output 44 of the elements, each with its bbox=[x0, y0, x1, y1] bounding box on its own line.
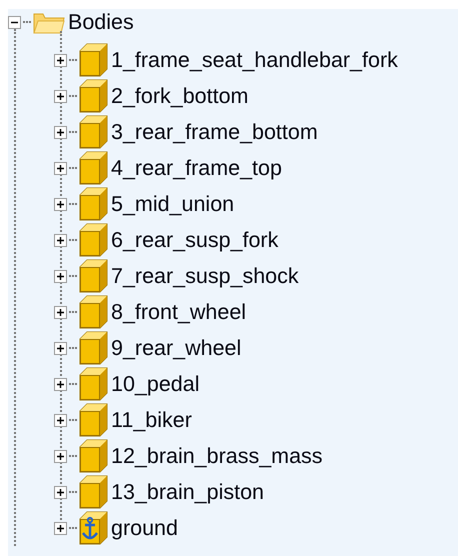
cube-icon bbox=[79, 295, 108, 329]
tree-item[interactable]: 10_pedal bbox=[111, 372, 200, 396]
expand-icon[interactable] bbox=[54, 450, 67, 462]
expand-icon[interactable] bbox=[54, 378, 67, 390]
tree-item[interactable]: 1_frame_seat_handlebar_fork bbox=[111, 48, 398, 72]
tree-item[interactable]: 4_rear_frame_top bbox=[111, 156, 282, 180]
cube-icon bbox=[79, 259, 108, 293]
tree-item[interactable]: 13_brain_piston bbox=[111, 480, 264, 504]
tree-item[interactable]: 6_rear_susp_fork bbox=[111, 228, 278, 252]
expand-icon[interactable] bbox=[54, 522, 67, 534]
tree-item[interactable]: 5_mid_union bbox=[111, 192, 234, 216]
tree-item[interactable]: 9_rear_wheel bbox=[111, 336, 242, 360]
cube-icon bbox=[79, 331, 108, 365]
cube-icon bbox=[79, 79, 108, 113]
expand-icon[interactable] bbox=[54, 54, 67, 66]
expand-icon[interactable] bbox=[54, 414, 67, 426]
tree-item[interactable]: 7_rear_susp_shock bbox=[111, 264, 299, 288]
expand-icon[interactable] bbox=[54, 90, 67, 102]
tree-item[interactable]: 12_brain_brass_mass bbox=[111, 444, 323, 468]
expand-icon[interactable] bbox=[54, 234, 67, 246]
tree-item[interactable]: 2_fork_bottom bbox=[111, 84, 248, 108]
tree-item[interactable]: 11_biker bbox=[111, 408, 192, 432]
cube-icon bbox=[79, 439, 108, 473]
tree-item[interactable]: 3_rear_frame_bottom bbox=[111, 120, 318, 144]
cube-icon bbox=[79, 151, 108, 185]
expand-icon[interactable] bbox=[54, 162, 67, 174]
tree-item[interactable]: ground bbox=[111, 516, 178, 540]
cube-icon bbox=[79, 403, 108, 437]
tree-item[interactable]: Bodies bbox=[68, 10, 134, 34]
cube-icon bbox=[79, 115, 108, 149]
expand-icon[interactable] bbox=[54, 198, 67, 210]
cube-icon bbox=[79, 187, 108, 221]
expand-icon[interactable] bbox=[54, 306, 67, 318]
cube-icon bbox=[79, 367, 108, 401]
expand-icon[interactable] bbox=[54, 270, 67, 282]
cube-icon bbox=[79, 43, 108, 77]
tree-item[interactable]: 8_front_wheel bbox=[111, 300, 246, 324]
expand-icon[interactable] bbox=[54, 126, 67, 138]
cube-icon bbox=[79, 223, 108, 257]
expand-icon[interactable] bbox=[54, 486, 67, 498]
anchor-cube-icon bbox=[79, 511, 108, 545]
cube-icon bbox=[79, 475, 108, 509]
expand-icon[interactable] bbox=[54, 342, 67, 354]
collapse-icon[interactable] bbox=[8, 16, 21, 28]
